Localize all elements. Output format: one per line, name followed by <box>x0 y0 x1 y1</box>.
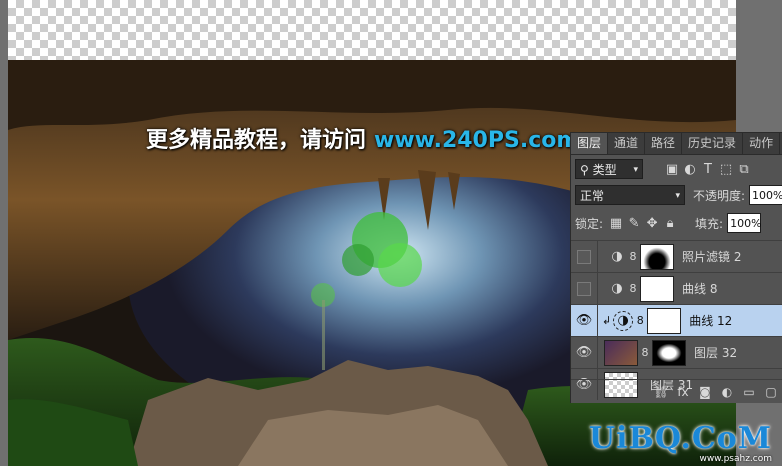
layer-mask-thumbnail[interactable] <box>640 275 674 302</box>
chevron-down-icon: ▾ <box>633 165 638 175</box>
watermark-site: www.240PS.com <box>374 128 580 153</box>
visibility-toggle[interactable]: 👁︎ <box>571 337 598 368</box>
fill-input[interactable]: 100% <box>727 213 762 233</box>
layers-panel: 图层 通道 路径 历史记录 动作 ⚲ 类型 ▾ ▣ ◐ T ⬚ ⧉ 正常 ▾ 不透明… <box>570 132 782 403</box>
filter-kind-value: 类型 <box>592 163 617 177</box>
tab-paths[interactable]: 路径 <box>645 133 683 154</box>
panel-tabs: 图层 通道 路径 历史记录 动作 <box>571 133 782 155</box>
lock-label: 锁定: <box>575 216 604 231</box>
adjustment-layer-icon: ◑ <box>611 281 623 296</box>
layer-row[interactable]: ◑ 8 曲线 8 <box>571 272 782 304</box>
site-logo-url: www.psahz.com <box>699 454 772 464</box>
smart-object-filter-icon[interactable]: ⧉ <box>735 160 753 178</box>
lock-transparent-icon[interactable]: ▦ <box>607 214 625 232</box>
fx-icon[interactable]: fx <box>675 383 691 401</box>
eye-icon: 👁︎ <box>575 345 593 360</box>
tab-layers[interactable]: 图层 <box>571 133 609 154</box>
filter-row: ⚲ 类型 ▾ ▣ ◐ T ⬚ ⧉ <box>571 157 782 181</box>
hidden-checkbox-icon <box>577 249 591 264</box>
layer-name[interactable]: 照片滤镜 2 <box>682 248 741 265</box>
lock-all-icon[interactable]: 🔒︎ <box>661 214 679 232</box>
tab-channels[interactable]: 通道 <box>608 133 646 154</box>
link-icon[interactable]: 8 <box>628 282 638 295</box>
type-filter-icon[interactable]: T <box>699 160 717 178</box>
layer-mask-thumbnail[interactable] <box>640 243 674 270</box>
opacity-label: 不透明度: <box>692 188 746 203</box>
filter-kind-select[interactable]: ⚲ 类型 ▾ <box>575 159 643 179</box>
blend-mode-select[interactable]: 正常 ▾ <box>575 185 685 205</box>
hidden-checkbox-icon <box>577 281 591 296</box>
visibility-toggle[interactable]: 👁︎ <box>571 305 598 336</box>
layer-row[interactable]: ◑ 8 照片滤镜 2 <box>571 240 782 272</box>
adjustment-layer-icon: ◑ <box>611 249 623 264</box>
lock-row: 锁定: ▦ ✎ ✥ 🔒︎ 填充: 100% <box>571 211 782 235</box>
site-logo: UiBQ.CoM <box>588 421 772 456</box>
visibility-toggle[interactable] <box>571 273 598 304</box>
lock-paint-icon[interactable]: ✎ <box>625 214 643 232</box>
transparent-area <box>8 0 736 60</box>
panel-footer: ⛓ fx ◙ ◐ ▭ ▢ <box>571 379 782 403</box>
clip-arrow-icon: ↲ <box>602 314 612 327</box>
layer-mask-thumbnail[interactable] <box>647 307 682 334</box>
add-mask-icon[interactable]: ◙ <box>697 383 713 401</box>
adjustment-layer-icon: ◑ <box>613 310 634 331</box>
visibility-toggle[interactable] <box>571 241 598 272</box>
blend-row: 正常 ▾ 不透明度: 100% <box>571 183 782 207</box>
adjustment-filter-icon[interactable]: ◐ <box>681 160 699 178</box>
link-icon[interactable]: 8 <box>635 314 645 327</box>
layer-name[interactable]: 曲线 8 <box>682 280 717 297</box>
layer-name[interactable]: 图层 32 <box>694 344 737 361</box>
tab-history[interactable]: 历史记录 <box>682 133 744 154</box>
new-layer-icon[interactable]: ▢ <box>763 383 779 401</box>
watermark-label: 更多精品教程，请访问 <box>146 128 367 153</box>
new-adjustment-icon[interactable]: ◐ <box>719 383 735 401</box>
image-filter-icon[interactable]: ▣ <box>663 160 681 178</box>
shape-filter-icon[interactable]: ⬚ <box>717 160 735 178</box>
watermark-text: 更多精品教程，请访问 www.240PS.com <box>146 122 579 154</box>
lock-move-icon[interactable]: ✥ <box>643 214 661 232</box>
layer-name[interactable]: 曲线 12 <box>689 312 732 329</box>
fill-label: 填充: <box>695 216 724 231</box>
link-icon[interactable]: 8 <box>640 346 650 359</box>
search-icon: ⚲ <box>580 163 593 177</box>
tab-actions[interactable]: 动作 <box>743 133 781 154</box>
link-layers-icon[interactable]: ⛓ <box>653 383 669 401</box>
blend-mode-value: 正常 <box>580 189 605 203</box>
link-icon[interactable]: 8 <box>628 250 638 263</box>
layer-mask-thumbnail[interactable] <box>652 339 686 366</box>
layer-list: ◑ 8 照片滤镜 2 ◑ 8 曲线 8 👁︎ ↲ ◑ 8 曲线 12 👁︎ 8 … <box>571 240 782 400</box>
eye-icon: 👁︎ <box>575 313 593 328</box>
layer-row-selected[interactable]: 👁︎ ↲ ◑ 8 曲线 12 <box>571 304 782 336</box>
opacity-input[interactable]: 100% <box>749 185 782 205</box>
chevron-down-icon: ▾ <box>675 191 680 201</box>
new-group-icon[interactable]: ▭ <box>741 383 757 401</box>
layer-row[interactable]: 👁︎ 8 图层 32 <box>571 336 782 368</box>
layer-thumbnail[interactable] <box>604 339 638 366</box>
